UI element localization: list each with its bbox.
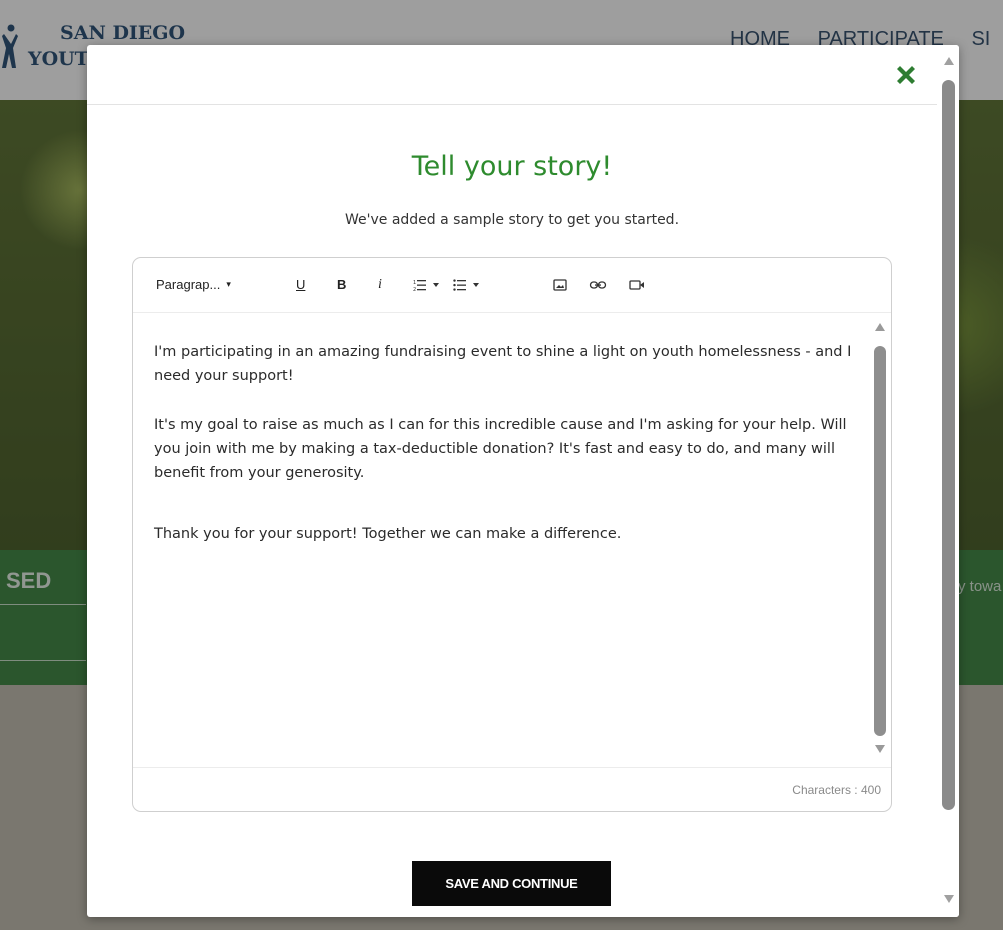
ordered-list-icon[interactable]: 1 2 [413, 277, 447, 293]
underline-button[interactable]: U [296, 277, 305, 292]
modal-subtitle: We've added a sample story to get you st… [344, 212, 680, 228]
paragraph-format-dropdown[interactable]: Paragrap... ▾ [156, 277, 231, 292]
scroll-down-arrow-icon[interactable] [944, 895, 954, 903]
modal-header [87, 45, 937, 105]
image-icon[interactable] [551, 277, 569, 293]
bullet-list-icon[interactable] [453, 277, 487, 293]
editor-footer: Characters : 400 [133, 767, 891, 812]
editor-toolbar: Paragrap... ▾ U B i 1 2 [133, 258, 891, 313]
scroll-down-arrow-icon[interactable] [875, 745, 885, 753]
chevron-down-icon: ▾ [226, 279, 231, 289]
bold-button[interactable]: B [337, 277, 346, 292]
italic-button[interactable]: i [378, 277, 382, 293]
story-paragraph[interactable]: Thank you for your support! Together we … [154, 522, 854, 546]
scrollbar-thumb[interactable] [874, 346, 886, 736]
modal-title: Tell your story! [411, 151, 613, 182]
svg-text:2: 2 [413, 287, 416, 293]
scroll-up-arrow-icon[interactable] [875, 323, 885, 331]
video-icon[interactable] [628, 277, 646, 293]
close-icon[interactable] [894, 63, 918, 87]
link-icon[interactable] [589, 277, 607, 293]
modal-scrollbar[interactable] [939, 45, 959, 917]
story-paragraph[interactable]: It's my goal to raise as much as I can f… [154, 413, 854, 485]
story-editor: Paragrap... ▾ U B i 1 2 I'm participatin… [132, 257, 892, 812]
story-paragraph[interactable]: I'm participating in an amazing fundrais… [154, 340, 854, 388]
story-modal: Tell your story! We've added a sample st… [87, 45, 959, 917]
character-count: Characters : 400 [792, 783, 881, 797]
svg-text:1: 1 [413, 280, 416, 286]
editor-scrollbar[interactable] [871, 313, 889, 766]
story-text-area[interactable]: I'm participating in an amazing fundrais… [133, 313, 873, 766]
scrollbar-thumb[interactable] [942, 80, 955, 810]
paragraph-format-label: Paragrap... [156, 277, 221, 292]
scroll-up-arrow-icon[interactable] [944, 57, 954, 65]
save-and-continue-button[interactable]: SAVE AND CONTINUE [412, 861, 611, 906]
